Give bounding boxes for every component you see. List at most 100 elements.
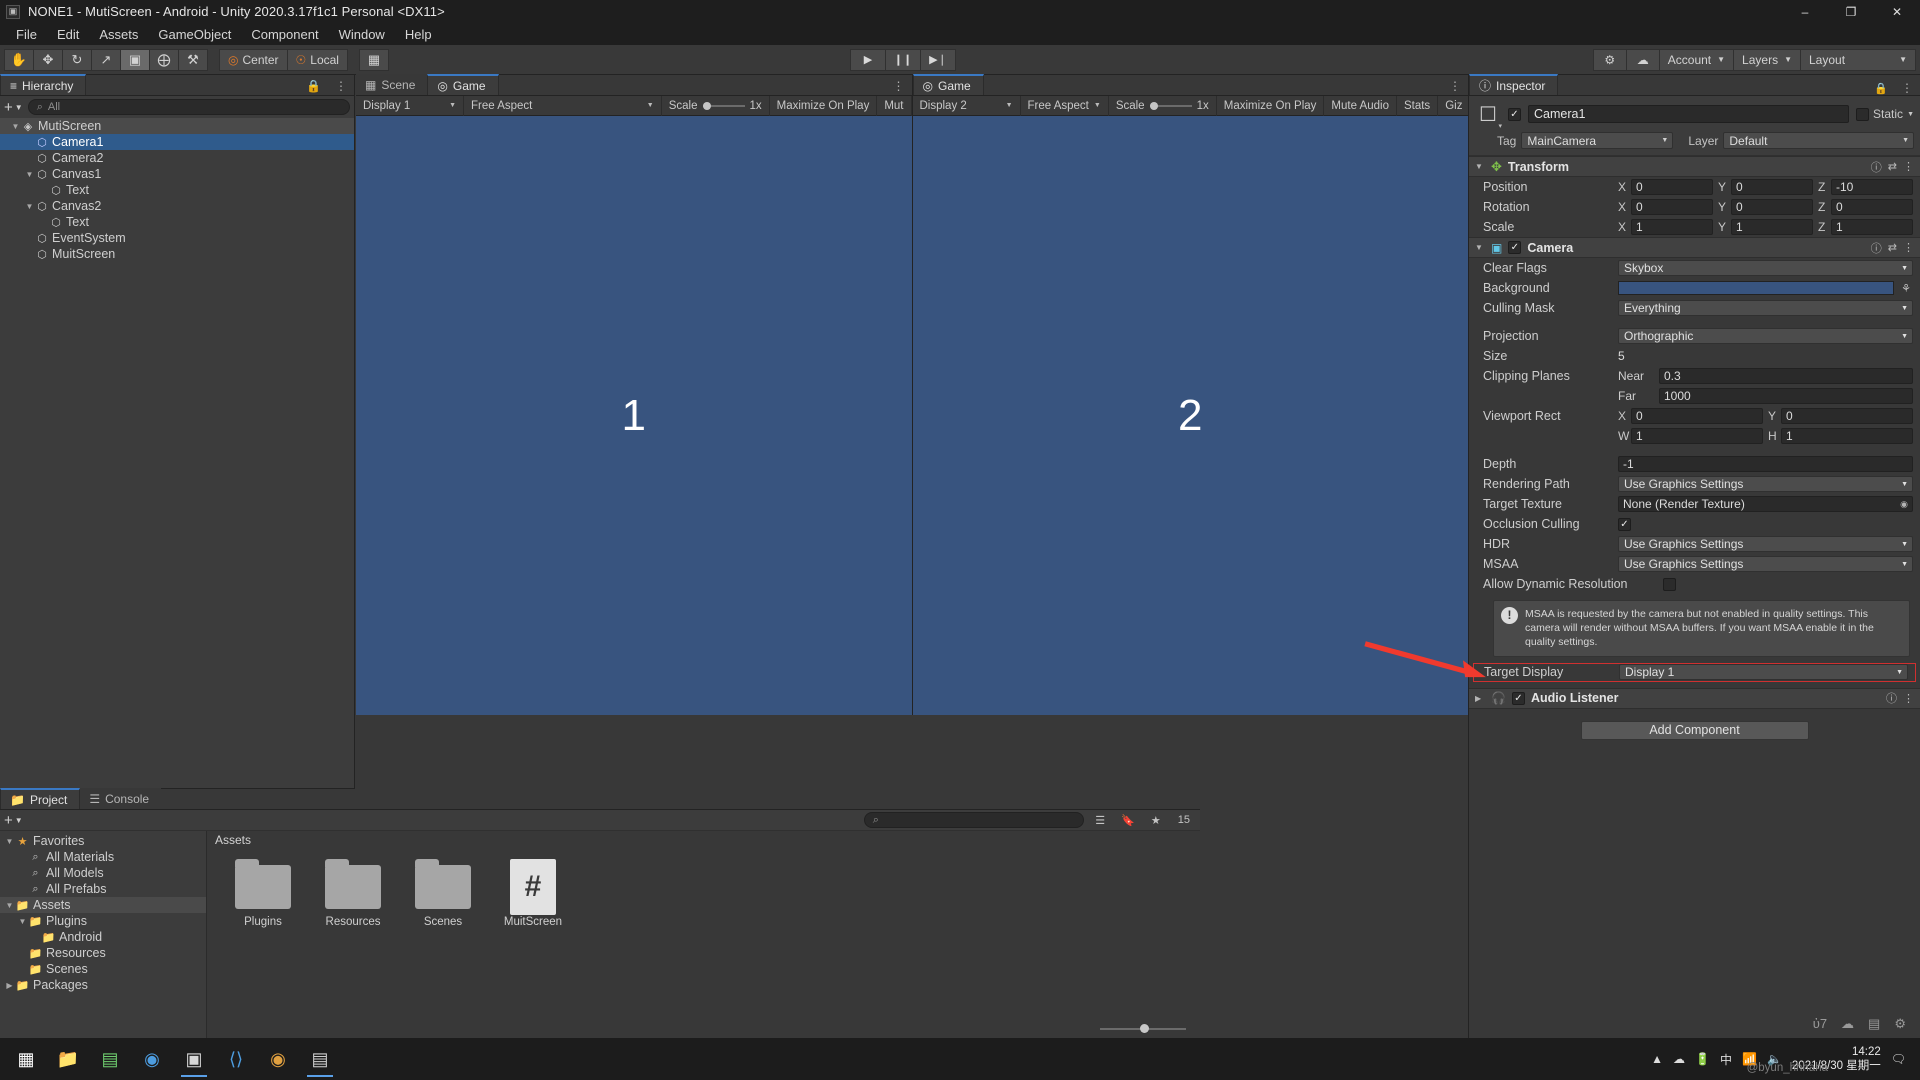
far-input[interactable]: 1000	[1659, 388, 1913, 404]
background-color-swatch[interactable]	[1618, 281, 1894, 295]
camera-enabled-checkbox[interactable]: ✓	[1508, 241, 1522, 254]
help-icon[interactable]: ⓘ	[1871, 240, 1882, 256]
object-picker-icon[interactable]: ◉	[1900, 499, 1908, 510]
hierarchy-item-camera2[interactable]: ⬡ Camera2	[0, 150, 354, 166]
clear-flags-dropdown[interactable]: Skybox ▼	[1618, 260, 1913, 276]
lock-icon[interactable]: 🔒	[299, 77, 328, 95]
scale-slider-2[interactable]: Scale 1x	[1109, 95, 1217, 116]
culling-mask-dropdown[interactable]: Everything ▼	[1618, 300, 1913, 316]
hdr-dropdown[interactable]: Use Graphics Settings ▼	[1618, 536, 1913, 552]
static-toggle[interactable]: Static ▼	[1856, 107, 1914, 121]
menu-file[interactable]: File	[6, 25, 47, 44]
hierarchy-item-muitscreen[interactable]: ⬡ MuitScreen	[0, 246, 354, 262]
object-name-input[interactable]: Camera1	[1528, 105, 1850, 123]
project-tree-item-favorites[interactable]: ▼ ★ Favorites	[0, 833, 206, 849]
audio-listener-enabled-checkbox[interactable]: ✓	[1511, 691, 1525, 705]
scene-menu-icon[interactable]: ⋮	[886, 77, 912, 95]
tab-game-right[interactable]: ◎ Game	[912, 74, 984, 95]
battery-icon[interactable]: 🔋	[1695, 1052, 1710, 1066]
filter-by-label-icon[interactable]: 🔖	[1116, 814, 1140, 827]
component-menu-icon[interactable]: ⋮	[1903, 692, 1914, 705]
slider-knob[interactable]	[1149, 101, 1158, 110]
menu-help[interactable]: Help	[395, 25, 442, 44]
component-menu-icon[interactable]: ⋮	[1903, 241, 1914, 254]
filter-by-type-icon[interactable]: ☰	[1090, 814, 1110, 827]
game-menu-icon[interactable]: ⋮	[1442, 77, 1468, 95]
aspect-dropdown-2[interactable]: Free Aspect ▼	[1021, 95, 1109, 116]
file-explorer-icon[interactable]: 📁	[48, 1040, 88, 1078]
tab-console[interactable]: ☰ Console	[80, 788, 162, 809]
camera-component-header[interactable]: ▼ ▣ ✓ Camera ⓘ ⇄ ⋮	[1469, 237, 1920, 258]
transform-scale-x-input[interactable]: 1	[1631, 219, 1713, 235]
hand-tool-icon[interactable]: ✋	[4, 48, 34, 71]
slider-knob[interactable]	[702, 101, 711, 110]
hierarchy-item-text[interactable]: ⬡ Text	[0, 214, 354, 230]
slider-knob[interactable]	[1140, 1024, 1149, 1033]
help-icon[interactable]: ⓘ	[1886, 690, 1897, 706]
viewport-x-input[interactable]: 0	[1631, 408, 1763, 424]
hierarchy-item-canvas1[interactable]: ▼ ⬡ Canvas1	[0, 166, 354, 182]
hierarchy-add-button[interactable]: + ▼	[4, 99, 23, 116]
transform-tool-icon[interactable]: ⨁	[149, 48, 179, 71]
layout-dropdown[interactable]: Layout ▼	[1800, 48, 1916, 71]
transform-component-header[interactable]: ▼ ✥ Transform ⓘ ⇄ ⋮	[1469, 156, 1920, 177]
lock-icon[interactable]: 🔒	[1868, 82, 1894, 95]
transform-scale-y-input[interactable]: 1	[1731, 219, 1813, 235]
project-search-input[interactable]: ⌕	[863, 812, 1085, 828]
hierarchy-item-eventsystem[interactable]: ⬡ EventSystem	[0, 230, 354, 246]
chevron-down-icon[interactable]: ▼	[24, 170, 35, 179]
scale-slider-widget[interactable]	[1149, 101, 1192, 110]
onedrive-icon[interactable]: ☁	[1673, 1052, 1685, 1066]
pivot-mode-button[interactable]: ◎ Center	[219, 48, 288, 71]
transform-rotation-z-input[interactable]: 0	[1831, 199, 1913, 215]
transform-scale-z-input[interactable]: 1	[1831, 219, 1913, 235]
gizmos-button[interactable]: Giz	[1438, 95, 1471, 116]
menu-window[interactable]: Window	[329, 25, 395, 44]
chevron-right-icon[interactable]: ▶	[1475, 694, 1485, 703]
project-tree-item-all-materials[interactable]: ⌕ All Materials	[0, 849, 206, 865]
transform-rotation-x-input[interactable]: 0	[1631, 199, 1713, 215]
viewport-h-input[interactable]: 1	[1781, 428, 1913, 444]
project-tree-item-plugins[interactable]: ▼ 📁 Plugins	[0, 913, 206, 929]
rendering-path-dropdown[interactable]: Use Graphics Settings ▼	[1618, 476, 1913, 492]
transform-rotation-y-input[interactable]: 0	[1731, 199, 1813, 215]
chevron-up-icon[interactable]: ▲	[1651, 1052, 1663, 1066]
gameobject-enabled-checkbox[interactable]: ✓	[1508, 107, 1521, 121]
add-component-button[interactable]: Add Component	[1580, 720, 1809, 740]
depth-input[interactable]: -1	[1618, 456, 1913, 472]
minimize-button[interactable]: –	[1782, 0, 1828, 23]
transform-position-y-input[interactable]: 0	[1731, 179, 1813, 195]
asset-item[interactable]: # MuitScreen	[495, 859, 571, 928]
chevron-down-icon[interactable]: ▼	[17, 917, 28, 926]
display-dropdown-1[interactable]: Display 1 ▼	[356, 95, 464, 116]
project-tree-item-resources[interactable]: 📁 Resources	[0, 945, 206, 961]
aspect-dropdown-1[interactable]: Free Aspect ▼	[464, 95, 662, 116]
chevron-down-icon[interactable]: ▼	[1475, 243, 1485, 252]
close-button[interactable]: ✕	[1874, 0, 1920, 23]
mute-audio-1[interactable]: Mut	[877, 95, 912, 116]
msaa-dropdown[interactable]: Use Graphics Settings ▼	[1618, 556, 1913, 572]
chevron-right-icon[interactable]: ▶	[4, 981, 15, 990]
mute-audio-2[interactable]: Mute Audio	[1324, 95, 1397, 116]
tab-game-left[interactable]: ◎ Game	[427, 74, 499, 95]
viewport-y-input[interactable]: 0	[1781, 408, 1913, 424]
asset-item[interactable]: Plugins	[225, 859, 301, 928]
hierarchy-item-camera1[interactable]: ⬡ Camera1	[0, 134, 354, 150]
app-icon[interactable]: ◉	[258, 1040, 298, 1078]
display-dropdown-2[interactable]: Display 2 ▼	[913, 95, 1021, 116]
pause-button[interactable]: ❙❙	[885, 48, 921, 71]
help-icon[interactable]: ⓘ	[1871, 159, 1882, 175]
inspector-menu-icon[interactable]: ⋮	[1894, 81, 1920, 95]
grid-status-icon[interactable]: ▤	[1868, 1016, 1880, 1032]
near-input[interactable]: 0.3	[1659, 368, 1913, 384]
services-icon[interactable]: ⚙	[1592, 48, 1627, 71]
tab-project[interactable]: 📁 Project	[0, 788, 81, 809]
size-value[interactable]: 5	[1618, 349, 1913, 363]
vscode-icon[interactable]: ⟨⟩	[216, 1040, 256, 1078]
audio-listener-component-header[interactable]: ▶ 🎧 ✓ Audio Listener ⓘ ⋮	[1469, 687, 1920, 709]
account-dropdown[interactable]: Account ▼	[1658, 48, 1735, 71]
rect-tool-icon[interactable]: ▣	[120, 48, 150, 71]
scene-viewport[interactable]: 1	[356, 116, 912, 715]
project-tree-item-android[interactable]: 📁 Android	[0, 929, 206, 945]
tab-hierarchy[interactable]: ≡ Hierarchy	[0, 74, 87, 95]
